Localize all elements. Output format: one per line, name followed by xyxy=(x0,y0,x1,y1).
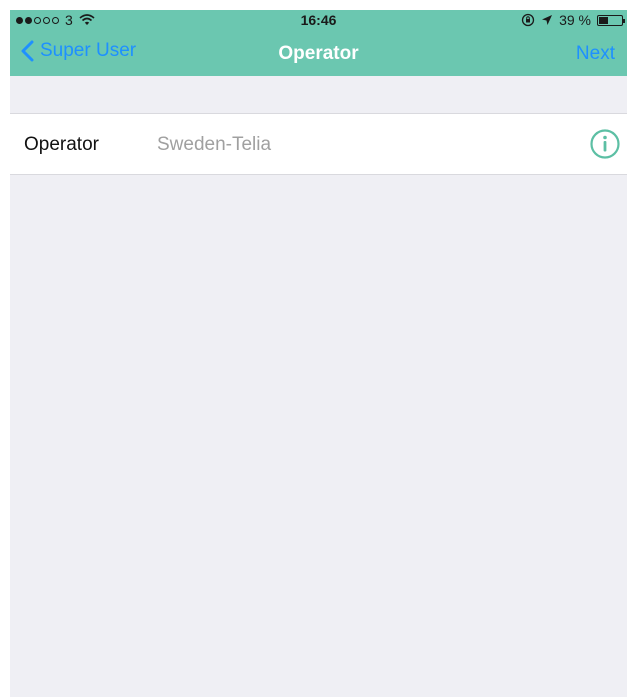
battery-percent: 39 % xyxy=(559,12,591,28)
battery-tip xyxy=(623,18,625,23)
status-bar: 3 16:46 39 % xyxy=(10,10,627,32)
info-icon[interactable] xyxy=(589,128,621,160)
location-icon xyxy=(542,15,553,25)
header: 3 16:46 39 % Super User Operator Next xyxy=(10,10,627,76)
screen: 3 16:46 39 % Super User Operator Next Op… xyxy=(10,10,627,697)
operator-row[interactable]: Operator Sweden-Telia xyxy=(10,113,627,175)
page-title: Operator xyxy=(278,43,359,64)
battery-icon xyxy=(597,14,625,26)
rotation-lock-icon xyxy=(521,13,535,27)
navigation-bar: Super User Operator Next xyxy=(10,32,627,76)
next-button[interactable]: Next xyxy=(576,43,615,65)
operator-label: Operator xyxy=(24,134,99,155)
battery-fill xyxy=(599,16,608,24)
operator-value: Sweden-Telia xyxy=(157,134,272,155)
status-right: 39 % xyxy=(521,12,625,28)
